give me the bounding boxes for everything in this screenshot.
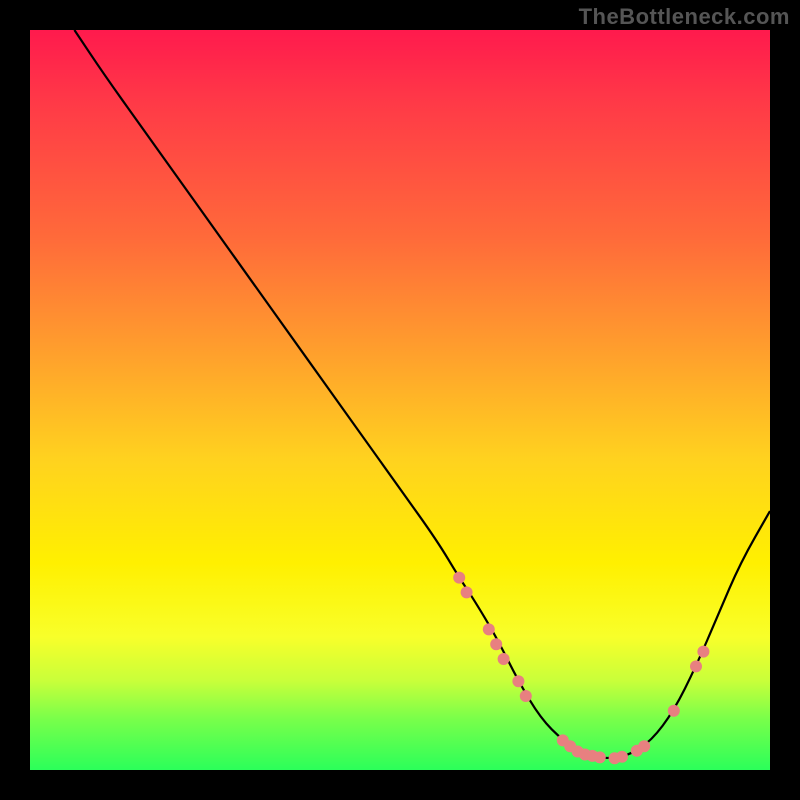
curve-markers	[453, 572, 709, 765]
curve-marker	[638, 740, 650, 752]
curve-marker	[490, 638, 502, 650]
curve-layer	[30, 30, 770, 770]
plot-area	[30, 30, 770, 770]
curve-marker	[697, 646, 709, 658]
curve-marker	[461, 586, 473, 598]
curve-marker	[668, 705, 680, 717]
curve-marker	[616, 751, 628, 763]
chart-frame: TheBottleneck.com	[0, 0, 800, 800]
curve-marker	[498, 653, 510, 665]
curve-marker	[453, 572, 465, 584]
curve-marker	[520, 690, 532, 702]
curve-marker	[483, 623, 495, 635]
curve-marker	[690, 660, 702, 672]
watermark-text: TheBottleneck.com	[579, 4, 790, 30]
curve-marker	[594, 751, 606, 763]
curve-marker	[512, 675, 524, 687]
bottleneck-curve	[74, 30, 770, 758]
